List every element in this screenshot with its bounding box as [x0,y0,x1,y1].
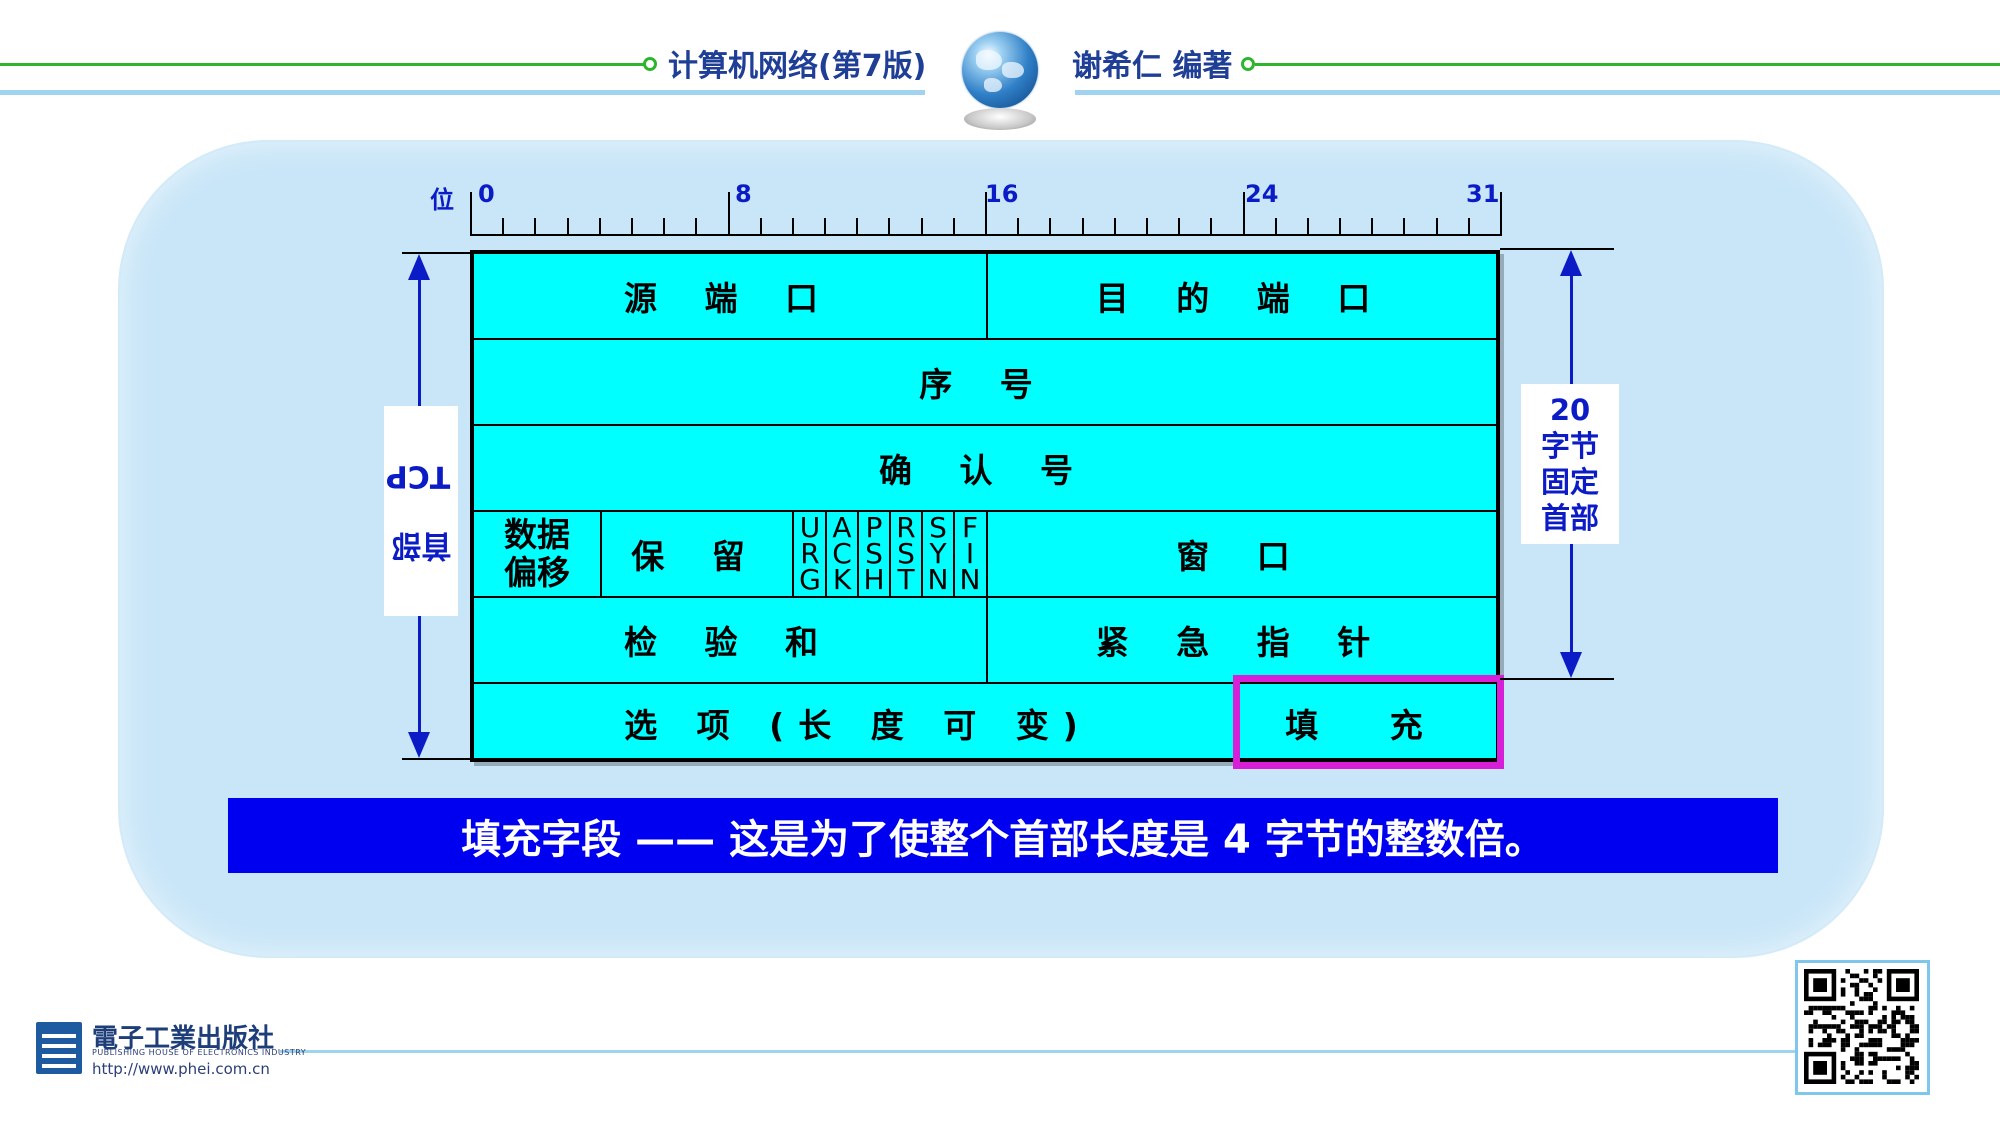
flag-divider [889,512,891,596]
flag-bit: RST [890,512,922,596]
field-ack-number: 确 认 号 [879,451,1091,490]
globe-icon [962,32,1038,108]
explanation-banner: 填充字段 —— 这是为了使整个首部长度是 4 字节的整数倍。 [228,798,1778,873]
field-destination-port: 目 的 端 口 [1095,279,1389,318]
book-title: 计算机网络(第7版) [668,49,927,84]
right-guide-bottom [1500,678,1614,680]
publisher-english: PUBLISHING HOUSE OF ELECTRONICS INDUSTRY [92,1048,307,1057]
flag-divider [921,512,923,596]
ruler-tick [1146,218,1148,236]
ruler-tick [953,218,955,236]
arrow-up-icon [1560,250,1582,276]
ruler-tick [695,218,697,236]
ruler-tick [760,218,762,236]
row-sequence: 序 号 [474,340,1496,426]
flag-letter: K [832,563,852,596]
field-options: 选 项 (长 度 可 变) [624,706,1092,745]
flag-letter: T [897,563,915,596]
ruler-tick [1275,218,1277,236]
field-sequence-number: 序 号 [919,365,1051,404]
ruler-tick [1307,218,1309,236]
right-guide-top [1500,248,1614,250]
fixed-label-line4: 首部 [1540,501,1599,535]
row-ports: 源 端 口 目 的 端 口 [474,254,1496,340]
field-checksum: 检 验 和 [624,623,836,662]
flag-divider [825,512,827,596]
publisher-logo-icon [36,1022,82,1074]
field-reserved: 保 留 [631,537,763,576]
arrow-down-icon [408,732,430,758]
ruler-tick [1114,218,1116,236]
tcp-label-line1: TCP [385,458,450,494]
header-line-green-left [0,63,648,66]
padding-highlight-box [1233,675,1504,769]
ruler-tick [1049,218,1051,236]
ruler-tick [856,218,858,236]
ruler-tick [1371,218,1373,236]
ruler-tick [599,218,601,236]
ruler-tick [502,218,504,236]
ruler-tick [1436,218,1438,236]
fixed-label-line2: 字节 [1540,429,1599,463]
qr-code-icon [1795,960,1930,1095]
row-ack: 确 认 号 [474,426,1496,512]
bit-unit-label: 位 [430,186,454,214]
ruler-tick [728,192,730,236]
field-urgent-pointer: 紧 急 指 针 [1095,623,1389,662]
fixed-label-line3: 固定 [1540,465,1599,499]
ruler-tick [792,218,794,236]
ruler-tick [567,218,569,236]
flag-bit: URG [794,512,826,596]
header-dot-right [1241,57,1255,71]
ruler-tick [631,218,633,236]
flag-letter: G [799,563,821,596]
ruler-tick [1500,192,1502,236]
author: 谢希仁 编著 [1072,49,1233,84]
flag-bit: ACK [826,512,858,596]
flag-letter: N [959,563,981,596]
flag-bit: FIN [954,512,986,596]
flag-divider [953,512,955,596]
ruler-tick [470,192,472,236]
qr-code-graphic [1804,969,1919,1084]
flag-letter: H [863,563,885,596]
flag-letter: N [927,563,949,596]
ruler-tick [1243,192,1245,236]
flag-bit: PSH [858,512,890,596]
row-control: 数据 偏移 保 留 窗 口 URGACKPSHRSTSYNFIN [474,512,1496,598]
footer-line [280,1050,1800,1053]
arrow-down-icon [1560,652,1582,678]
ruler-tick [1017,218,1019,236]
row-checksum: 检 验 和 紧 急 指 针 [474,598,1496,684]
ruler-tick [1339,218,1341,236]
field-source-port: 源 端 口 [624,279,836,318]
left-guide-bottom [402,758,470,760]
ruler-tick [534,218,536,236]
ruler-tick [888,218,890,236]
ruler-tick [1468,218,1470,236]
publisher-url[interactable]: http://www.phei.com.cn [92,1060,270,1078]
ruler-tick [985,192,987,236]
ruler-tick [1210,218,1212,236]
ruler-tick [1082,218,1084,236]
fixed-label-line1: 20 [1549,393,1591,427]
bit-ruler [470,186,1502,236]
header-line-green-right [1255,63,2000,66]
ruler-tick [824,218,826,236]
flag-divider [857,512,859,596]
ruler-tick [663,218,665,236]
header-dot-left [643,57,657,71]
tcp-header-label: TCP 首部 [384,406,458,616]
arrow-up-icon [408,254,430,280]
globe-stand [964,108,1036,130]
fixed-header-label: 20 字节 固定 首部 [1521,384,1619,544]
header-line-blue-right [1075,90,2000,95]
ruler-tick [921,218,923,236]
tcp-label-line2: 首部 [391,527,452,563]
ruler-tick [1403,218,1405,236]
flag-bit: SYN [922,512,954,596]
field-window: 窗 口 [1176,537,1308,576]
field-data-offset: 数据 偏移 [504,515,570,592]
ruler-tick [1178,218,1180,236]
